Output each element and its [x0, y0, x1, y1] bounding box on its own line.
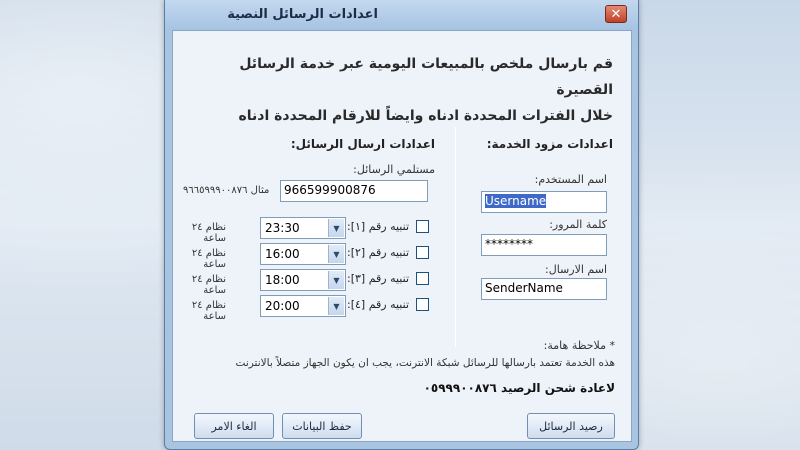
alert-4-system: نظام ٢٤ ساعة [191, 300, 226, 322]
title-bar[interactable]: اعدادات الرسائل النصية ✕ [165, 0, 638, 30]
sending-section-title: اعدادات ارسال الرسائل: [290, 137, 435, 151]
username-input[interactable]: Username [481, 191, 607, 213]
recipients-example: مثال ٩٦٦٥٩٩٩٠٠٨٧٦ [183, 185, 270, 196]
save-button[interactable]: حفظ البيانات [282, 413, 362, 439]
chevron-down-icon[interactable]: ▼ [328, 219, 344, 237]
close-button[interactable]: ✕ [605, 5, 627, 23]
username-label: اسم المستخدم: [534, 173, 607, 186]
alert-1-checkbox[interactable] [416, 220, 429, 233]
alert-1-time-value: 23:30 [265, 221, 300, 235]
alert-1-time-select[interactable]: 23:30 ▼ [260, 217, 346, 239]
recipients-label: مستلمي الرسائل: [353, 163, 435, 176]
chevron-down-icon[interactable]: ▼ [328, 297, 344, 315]
alert-3-label: تنبيه رقم [٣]: [346, 272, 409, 285]
alert-row-3: تنبيه رقم [٣]: 18:00 ▼ نظام ٢٤ ساعة [173, 269, 633, 296]
alert-4-time-select[interactable]: 20:00 ▼ [260, 295, 346, 317]
note-text: هذه الخدمة تعتمد بارسالها للرسائل شبكة ا… [235, 357, 615, 369]
cancel-button[interactable]: الغاء الامر [194, 413, 274, 439]
alert-4-checkbox[interactable] [416, 298, 429, 311]
intro-line-2: خلال الفترات المحددة ادناه وايضاً للارقا… [238, 108, 613, 124]
recipients-value: 966599900876 [284, 183, 376, 197]
alert-1-system: نظام ٢٤ ساعة [191, 222, 226, 244]
provider-section-title: اعدادات مزود الخدمة: [486, 137, 613, 151]
alert-3-time-value: 18:00 [265, 273, 300, 287]
alert-2-time-select[interactable]: 16:00 ▼ [260, 243, 346, 265]
alert-4-label: تنبيه رقم [٤]: [346, 298, 409, 311]
sms-settings-dialog: اعدادات الرسائل النصية ✕ قم بارسال ملخص … [164, 0, 639, 450]
balance-button[interactable]: رصيد الرسائل [527, 413, 615, 439]
chevron-down-icon[interactable]: ▼ [328, 245, 344, 263]
note-title: * ملاحظة هامة: [543, 339, 615, 352]
alert-row-4: تنبيه رقم [٤]: 20:00 ▼ نظام ٢٤ ساعة [173, 295, 633, 322]
alert-1-label: تنبيه رقم [١]: [346, 220, 409, 233]
recharge-info: لاعادة شحن الرصيد ٠٥٩٩٩٠٠٨٧٦ [423, 381, 615, 395]
alert-2-label: تنبيه رقم [٢]: [346, 246, 409, 259]
username-value: Username [485, 194, 547, 208]
window-title: اعدادات الرسائل النصية [227, 7, 378, 22]
dialog-body: قم بارسال ملخص بالمبيعات اليومية عبر خدم… [172, 30, 632, 442]
alert-2-time-value: 16:00 [265, 247, 300, 261]
close-icon: ✕ [610, 6, 622, 22]
alert-3-system: نظام ٢٤ ساعة [191, 274, 226, 296]
alert-3-checkbox[interactable] [416, 272, 429, 285]
intro-line-1: قم بارسال ملخص بالمبيعات اليومية عبر خدم… [239, 56, 613, 98]
alert-3-time-select[interactable]: 18:00 ▼ [260, 269, 346, 291]
recipients-input[interactable]: 966599900876 [280, 180, 428, 202]
intro-text: قم بارسال ملخص بالمبيعات اليومية عبر خدم… [193, 51, 613, 129]
alert-2-checkbox[interactable] [416, 246, 429, 259]
chevron-down-icon[interactable]: ▼ [328, 271, 344, 289]
alert-4-time-value: 20:00 [265, 299, 300, 313]
alert-row-2: تنبيه رقم [٢]: 16:00 ▼ نظام ٢٤ ساعة [173, 243, 633, 270]
alert-2-system: نظام ٢٤ ساعة [191, 248, 226, 270]
alert-row-1: تنبيه رقم [١]: 23:30 ▼ نظام ٢٤ ساعة [173, 217, 633, 244]
